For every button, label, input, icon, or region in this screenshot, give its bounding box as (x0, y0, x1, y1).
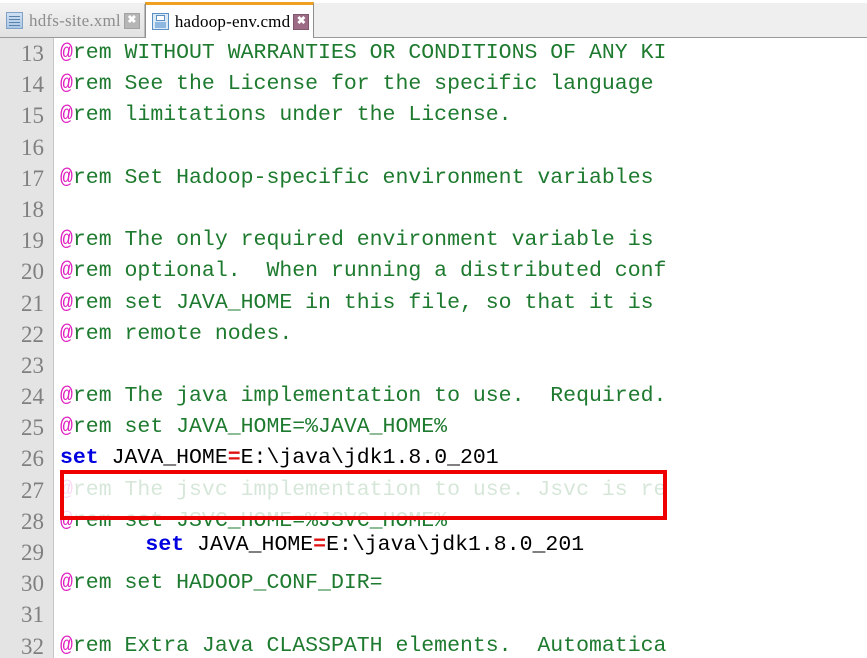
code-line[interactable]: @rem See the License for the specific la… (60, 69, 867, 100)
line-number: 16 (21, 134, 44, 160)
xml-file-icon (6, 12, 23, 29)
code-line[interactable] (60, 350, 867, 381)
line-number: 23 (21, 352, 44, 378)
code-token: rem WITHOUT WARRANTIES OR CONDITIONS OF … (72, 41, 667, 65)
code-token: @ (60, 259, 73, 284)
tab-hadoop-env-cmd[interactable]: hadoop-env.cmd ✖ (144, 2, 315, 38)
code-token: @ (60, 384, 73, 409)
tab-label: hdfs-site.xml (29, 10, 121, 30)
tab-bar-topline (0, 0, 867, 3)
code-token: @ (60, 508, 73, 533)
line-number-gutter: 13 14 15 16 17 18 19 20 21 22 23 24 25 26 27 28 29 30 31 32 (0, 38, 54, 658)
line-number: 13 (21, 41, 44, 66)
code-line[interactable]: @rem optional. When running a distribute… (60, 256, 867, 287)
code-line[interactable] (60, 537, 867, 568)
line-number: 28 (21, 508, 44, 534)
code-line[interactable]: @rem set JSVC_HOME=%JSVC_HOME% (60, 506, 867, 537)
line-number: 15 (21, 103, 44, 129)
code-token: rem The jsvc implementation to use. Jsvc… (72, 477, 667, 502)
tab-label: hadoop-env.cmd (174, 11, 291, 31)
code-line[interactable]: @rem The java implementation to use. Req… (60, 381, 867, 412)
line-number: 18 (21, 196, 44, 222)
close-icon[interactable]: ✖ (293, 13, 310, 30)
tab-hdfs-site-xml[interactable]: hdfs-site.xml ✖ (0, 4, 145, 37)
line-number: 17 (21, 165, 44, 191)
code-line[interactable]: @rem set HADOOP_CONF_DIR= (60, 568, 867, 599)
code-token: rem set JSVC_HOME=%JSVC_HOME% (72, 508, 448, 533)
editor-window: hdfs-site.xml ✖ hadoop-env.cmd ✖ 13 14 15 1… (0, 0, 867, 658)
line-number: 24 (21, 384, 44, 410)
code-token: rem limitations under the License. (72, 103, 512, 128)
tab-bar: hdfs-site.xml ✖ hadoop-env.cmd ✖ (0, 0, 867, 38)
code-line[interactable]: @rem set JAVA_HOME=%JAVA_HOME% (60, 412, 867, 443)
line-number: 26 (21, 446, 44, 472)
line-number: 21 (21, 290, 44, 316)
line-number: 19 (21, 228, 44, 254)
code-line[interactable]: @rem The jsvc implementation to use. Jsv… (60, 475, 867, 506)
code-line[interactable]: @rem remote nodes. (60, 319, 867, 350)
tab-bar-empty-space (314, 0, 867, 37)
code-line[interactable]: @rem Set Hadoop-specific environment var… (60, 163, 867, 194)
code-token: @ (60, 571, 73, 596)
code-line[interactable]: set JAVA_HOME=E:\java\jdk1.8.0_201 (60, 443, 867, 474)
code-token: rem Set Hadoop-specific environment vari… (72, 165, 667, 190)
code-line[interactable] (60, 599, 867, 630)
line-number: 14 (21, 72, 44, 98)
code-line[interactable] (60, 132, 867, 163)
code-token: @ (60, 415, 73, 440)
line-number: 22 (21, 321, 44, 347)
line-number: 29 (21, 540, 44, 565)
line-number: 31 (21, 602, 44, 628)
code-token: @ (60, 165, 73, 190)
line-number: 25 (21, 415, 44, 441)
code-token: rem optional. When running a distributed… (72, 259, 667, 284)
code-token: set (60, 446, 99, 471)
code-token: rem remote nodes. (72, 321, 293, 346)
code-area[interactable]: @rem WITHOUT WARRANTIES OR CONDITIONS OF… (54, 38, 867, 658)
line-number: 32 (21, 633, 44, 658)
code-token: rem The only required environment variab… (72, 228, 667, 253)
line-number: 30 (21, 571, 44, 597)
code-token: @ (60, 633, 73, 658)
code-token: rem Extra Java CLASSPATH elements. Autom… (72, 633, 667, 658)
code-token: @ (60, 103, 73, 128)
code-line[interactable]: @rem set JAVA_HOME in this file, so that… (60, 288, 867, 319)
code-line[interactable]: @rem limitations under the License. (60, 100, 867, 131)
code-line[interactable] (60, 194, 867, 225)
code-token: @ (60, 321, 73, 346)
code-editor[interactable]: 13 14 15 16 17 18 19 20 21 22 23 24 25 26 27 28 29 30 31 32… (0, 38, 867, 658)
code-token: E:\java\jdk1.8.0_201 (240, 446, 499, 471)
code-token: rem set HADOOP_CONF_DIR= (72, 571, 383, 596)
code-token: @ (60, 228, 73, 253)
code-line[interactable]: @rem Extra Java CLASSPATH elements. Auto… (60, 631, 867, 658)
line-number: 20 (21, 259, 44, 285)
code-token: @ (60, 477, 73, 502)
close-icon[interactable]: ✖ (123, 12, 140, 29)
code-token: rem The java implementation to use. Requ… (72, 384, 667, 409)
code-token: @ (60, 72, 73, 97)
code-token: rem set JAVA_HOME=%JAVA_HOME% (72, 415, 448, 440)
code-token: rem set JAVA_HOME in this file, so that … (72, 290, 667, 315)
code-token: rem See the License for the specific lan… (72, 72, 667, 97)
code-token: @ (60, 41, 73, 65)
code-token: @ (60, 290, 73, 315)
code-line[interactable]: @rem WITHOUT WARRANTIES OR CONDITIONS OF… (60, 38, 867, 69)
line-number: 27 (21, 477, 44, 503)
save-file-icon (151, 13, 169, 30)
code-token: = (227, 446, 241, 471)
code-line[interactable]: @rem The only required environment varia… (60, 225, 867, 256)
code-token: JAVA_HOME (98, 446, 228, 471)
